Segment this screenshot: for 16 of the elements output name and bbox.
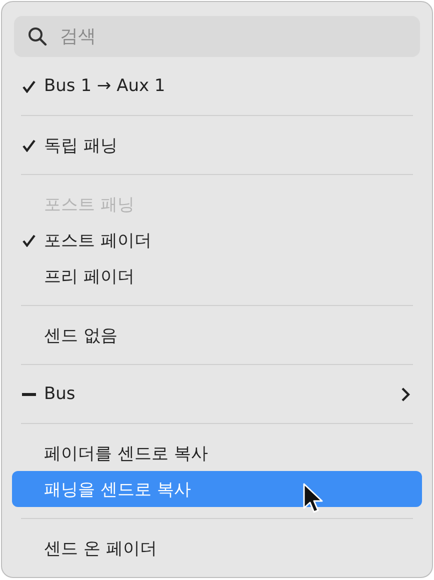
menu-item[interactable]: Bus [12,376,422,412]
mouse-pointer-icon [302,483,324,515]
menu-item[interactable]: 독립 패닝 [12,127,422,163]
checkmark-icon [22,138,36,152]
menu-item[interactable]: 센드 없음 [12,317,422,353]
search-icon [28,27,47,46]
menu-item[interactable]: 프리 페이더 [12,258,422,294]
chevron-right-icon [401,386,410,402]
menu-item[interactable]: 페이더를 센드로 복사 [12,435,422,471]
checkmark-icon [22,234,36,246]
menu-item[interactable]: 센드 온 페이더 [12,530,422,566]
dash-icon [22,392,36,396]
checkmark-icon [22,80,36,92]
menu-item[interactable]: 포스트 페이더 [12,222,422,258]
menu-item[interactable]: Bus 1 → Aux 1 [12,68,422,104]
search-field[interactable]: 검색 [14,16,420,57]
